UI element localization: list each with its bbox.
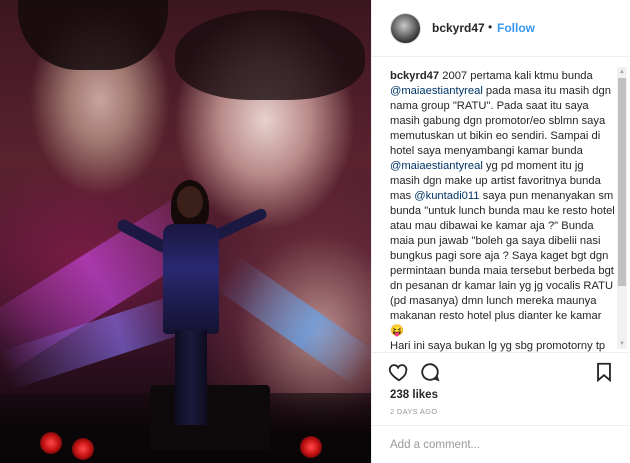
- post-side-panel: bckyrd47 • Follow bckyrd47 2007 pertama …: [371, 0, 630, 463]
- stage-red-light: [40, 432, 62, 454]
- caption-mention-link[interactable]: @kuntadi011: [414, 190, 479, 202]
- caption-area: bckyrd47 2007 pertama kali ktmu bunda @m…: [372, 57, 630, 352]
- bookmark-icon[interactable]: [593, 361, 615, 383]
- post-timestamp[interactable]: 2 DAYS AGO: [390, 407, 437, 416]
- scroll-thumb[interactable]: [618, 78, 626, 286]
- avatar[interactable]: [390, 13, 421, 44]
- post-actions: [372, 352, 630, 388]
- post-header: bckyrd47 • Follow: [372, 0, 630, 57]
- poster-hair-right: [175, 10, 365, 100]
- poster-hair-left: [18, 0, 168, 70]
- caption-segment: Hari ini saya bukan lg yg sbg promotorny…: [390, 340, 606, 352]
- caption-username[interactable]: bckyrd47: [390, 70, 439, 82]
- caption-body: 2007 pertama kali ktmu bunda @maiaestian…: [390, 70, 615, 352]
- caption-text: bckyrd47 2007 pertama kali ktmu bunda @m…: [390, 69, 615, 352]
- caption-mention-link[interactable]: @maiaestiantyreal: [390, 160, 483, 172]
- scroll-up-arrow-icon[interactable]: ▲: [617, 67, 627, 77]
- separator-dot: •: [488, 20, 493, 34]
- stage-red-light: [300, 436, 322, 458]
- comment-icon[interactable]: [419, 361, 441, 383]
- caption-scrollbar[interactable]: ▲ ▼: [617, 67, 627, 349]
- caption-mention-link[interactable]: @maiaestiantyreal: [390, 85, 483, 97]
- comment-box: [372, 425, 630, 463]
- stage-light-beam: [213, 254, 371, 386]
- post-photo[interactable]: [0, 0, 371, 463]
- like-count[interactable]: 238 likes: [390, 389, 438, 401]
- follow-button[interactable]: Follow: [497, 21, 535, 35]
- comment-input[interactable]: [390, 436, 615, 454]
- caption-segment: saya pun menanyakan sm bunda "untuk lunc…: [390, 190, 615, 337]
- singer-figure: [115, 180, 269, 430]
- post-username[interactable]: bckyrd47: [432, 21, 485, 35]
- scroll-down-arrow-icon[interactable]: ▼: [617, 339, 627, 349]
- caption-segment: 2007 pertama kali ktmu bunda: [439, 70, 593, 82]
- stage-red-light: [72, 438, 94, 460]
- heart-icon[interactable]: [388, 361, 410, 383]
